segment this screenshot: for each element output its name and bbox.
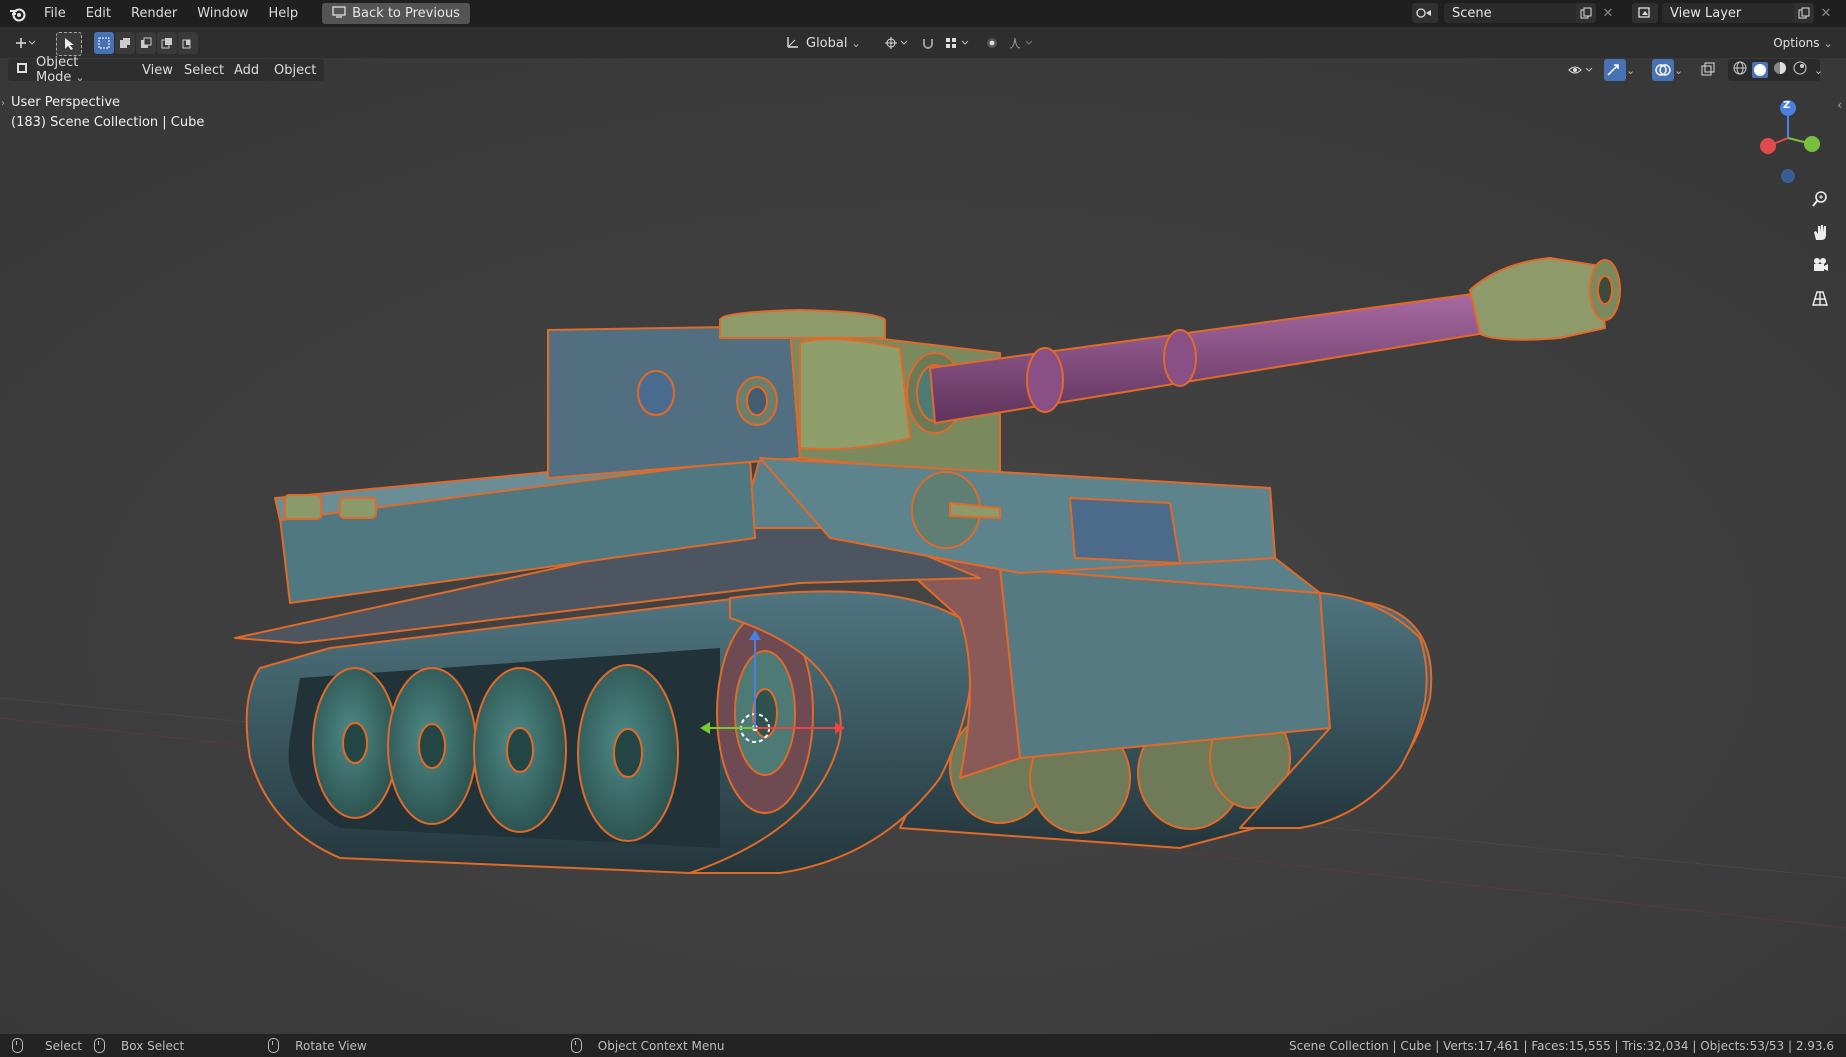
view-layer-field[interactable]: View Layer xyxy=(1662,3,1808,23)
object-mode-label: Object Mode xyxy=(36,55,128,85)
view-layer-selector-icon[interactable] xyxy=(1632,3,1658,23)
new-scene-icon[interactable] xyxy=(1576,3,1596,23)
select-mode-extend-icon[interactable] xyxy=(115,32,135,54)
collection-label: (183) Scene Collection | Cube xyxy=(11,115,205,130)
visibility-dropdown-icon[interactable] xyxy=(1560,59,1610,81)
status-box-select-label: Box Select xyxy=(121,1038,185,1053)
options-label: Options xyxy=(1773,36,1833,50)
material-shading-icon[interactable] xyxy=(1772,60,1788,80)
mouse-middle-icon xyxy=(268,1038,280,1053)
xray-toggle-icon[interactable] xyxy=(1700,59,1722,81)
mouse-drag-icon xyxy=(94,1038,106,1053)
scene-selector-icon[interactable] xyxy=(1412,3,1438,23)
new-view-layer-icon[interactable] xyxy=(1794,3,1814,23)
gizmo-z-label: Z xyxy=(1783,100,1791,111)
object-mode-icon xyxy=(16,62,28,78)
navigation-gizmo[interactable]: Z xyxy=(1750,94,1830,184)
snap-target-icon[interactable] xyxy=(940,32,974,54)
wireframe-shading-icon[interactable] xyxy=(1732,60,1748,80)
header-menu-object[interactable]: Object xyxy=(266,59,325,81)
solid-shading-icon[interactable] xyxy=(1752,62,1768,78)
screen-icon xyxy=(332,5,346,22)
gizmo-toggle-icon[interactable] xyxy=(1604,59,1626,81)
blender-logo-icon[interactable] xyxy=(8,4,28,24)
proportional-falloff-icon[interactable] xyxy=(1004,32,1038,54)
pan-view-hand-icon[interactable] xyxy=(1806,218,1834,246)
status-context-menu-label: Object Context Menu xyxy=(597,1038,725,1053)
mouse-right-icon xyxy=(570,1038,582,1053)
header-menu-add[interactable]: Add xyxy=(226,59,268,81)
transform-orientation-dropdown[interactable]: Global xyxy=(786,32,874,54)
delete-scene-icon[interactable]: ✕ xyxy=(1598,3,1618,23)
menu-file[interactable]: File xyxy=(34,6,76,21)
overlays-toggle-icon[interactable] xyxy=(1652,59,1674,81)
scene-name-field[interactable]: Scene xyxy=(1444,3,1590,23)
menu-edit[interactable]: Edit xyxy=(76,6,121,21)
scene-name-label: Scene xyxy=(1452,5,1492,21)
overlays-dropdown-icon[interactable]: ⌄ xyxy=(1674,59,1690,81)
select-mode-subtract-icon[interactable] xyxy=(136,32,156,54)
proportional-editing-icon[interactable] xyxy=(982,32,1002,54)
perspective-label: User Perspective xyxy=(11,95,121,110)
camera-view-icon[interactable] xyxy=(1806,251,1834,279)
orientation-axes-icon xyxy=(786,35,800,52)
header-menu-view[interactable]: View xyxy=(134,59,181,81)
pivot-point-icon[interactable] xyxy=(880,32,912,54)
shading-mode-group xyxy=(1728,59,1820,81)
scene-statistics: Scene Collection | Cube | Verts:17,461 |… xyxy=(1288,1038,1834,1053)
toolbar-expand-icon[interactable]: › xyxy=(1,98,5,109)
sidebar-expand-icon[interactable]: ‹ xyxy=(1837,98,1842,112)
status-bar: Select Box Select Rotate View Object Con… xyxy=(0,1034,1846,1057)
top-menu-bar: File Edit Render Window Help Back to Pre… xyxy=(0,0,1846,27)
object-mode-dropdown[interactable]: Object Mode xyxy=(8,55,136,85)
shading-dropdown-icon[interactable]: ⌄ xyxy=(1814,59,1830,81)
status-select-label: Select xyxy=(45,1038,83,1053)
gizmo-dropdown-icon[interactable]: ⌄ xyxy=(1626,59,1642,81)
viewport-canvas xyxy=(0,58,1846,1034)
select-mode-intersect-icon[interactable] xyxy=(178,32,198,54)
rendered-shading-icon[interactable] xyxy=(1792,60,1808,80)
editor-type-icon[interactable] xyxy=(8,32,42,54)
menu-window[interactable]: Window xyxy=(187,6,258,21)
viewport-header: Object Mode View Select Add Object ⌄ ⌄ ⌄ xyxy=(0,55,1846,85)
mouse-left-icon xyxy=(12,1038,23,1053)
menu-render[interactable]: Render xyxy=(121,6,187,21)
select-mode-new-icon[interactable] xyxy=(94,32,114,54)
snap-toggle-icon[interactable] xyxy=(918,32,938,54)
view-layer-label: View Layer xyxy=(1670,5,1742,21)
back-to-previous-button[interactable]: Back to Previous xyxy=(322,3,470,24)
toggle-perspective-grid-icon[interactable] xyxy=(1806,284,1834,312)
status-rotate-view-label: Rotate View xyxy=(295,1038,367,1053)
select-mode-invert-icon[interactable] xyxy=(157,32,177,54)
zoom-view-icon[interactable] xyxy=(1806,185,1834,213)
tool-settings-bar: Global Options xyxy=(0,27,1846,59)
menu-help[interactable]: Help xyxy=(259,6,309,21)
transform-orientation-label: Global xyxy=(806,36,861,51)
back-to-previous-label: Back to Previous xyxy=(352,6,460,21)
3d-viewport[interactable]: Object Mode View Select Add Object ⌄ ⌄ ⌄… xyxy=(0,55,1846,1034)
select-tool-icon[interactable] xyxy=(56,32,82,56)
options-dropdown[interactable]: Options xyxy=(1768,32,1838,54)
delete-view-layer-icon[interactable]: ✕ xyxy=(1816,3,1836,23)
header-menu-select[interactable]: Select xyxy=(176,59,233,81)
